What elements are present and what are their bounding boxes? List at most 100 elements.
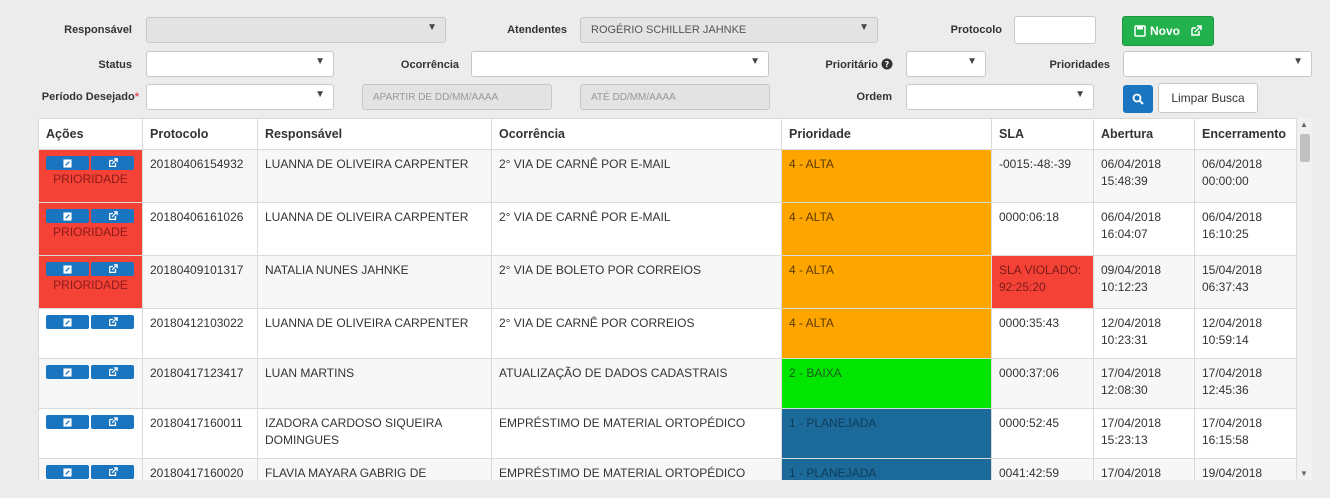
sla-cell: 0000:52:45 (991, 408, 1094, 459)
table-scrollbar[interactable]: ▲ ▼ (1296, 118, 1312, 480)
results-table-container: Ações Protocolo Responsável Ocorrência P… (38, 118, 1296, 480)
header-acoes[interactable]: Ações (38, 118, 143, 150)
abertura-cell: 06/04/2018 16:04:07 (1093, 202, 1195, 256)
table-row[interactable]: PRIORIDADE 20180406161026 LUANNA DE OLIV… (38, 202, 1296, 256)
prioritario-select[interactable]: ▼ (906, 51, 986, 77)
scroll-up-icon[interactable]: ▲ (1300, 120, 1308, 129)
open-button[interactable] (91, 262, 134, 276)
edit-icon (63, 158, 72, 168)
ocorrencia-select[interactable]: ▼ (471, 51, 769, 77)
apartir-date-input[interactable]: APARTIR DE DD/MM/AAAA (362, 84, 552, 110)
header-encerramento[interactable]: Encerramento (1194, 118, 1296, 150)
header-sla[interactable]: SLA (991, 118, 1094, 150)
ate-date-input[interactable]: ATÉ DD/MM/AAAA (580, 84, 770, 110)
open-button[interactable] (91, 365, 134, 379)
sla-cell: -0015:-48:-39 (991, 149, 1094, 203)
encerramento-cell: 17/04/2018 16:15:58 (1194, 408, 1296, 459)
header-abertura[interactable]: Abertura (1093, 118, 1195, 150)
external-link-icon (1191, 25, 1202, 36)
edit-icon (63, 317, 72, 327)
periodo-label-text: Período Desejado (41, 91, 135, 103)
protocolo-cell: 20180417160011 (142, 408, 258, 459)
limpar-busca-button[interactable]: Limpar Busca (1158, 83, 1258, 113)
status-select[interactable]: ▼ (146, 51, 334, 77)
open-button[interactable] (91, 415, 134, 429)
abertura-cell: 09/04/2018 10:12:23 (1093, 255, 1195, 309)
open-button[interactable] (91, 315, 134, 329)
header-responsavel[interactable]: Responsável (257, 118, 492, 150)
save-icon (1134, 25, 1146, 37)
table-row[interactable]: 20180417123417 LUAN MARTINS ATUALIZAÇÃO … (38, 358, 1296, 409)
table-row[interactable]: 20180412103022 LUANNA DE OLIVEIRA CARPEN… (38, 308, 1296, 359)
protocolo-cell: 20180417160020 (142, 458, 258, 480)
prioridade-cell: 4 - ALTA (781, 202, 992, 256)
sla-cell: 0000:35:43 (991, 308, 1094, 359)
protocolo-input[interactable] (1014, 16, 1096, 44)
search-button[interactable] (1123, 85, 1153, 113)
chevron-down-icon: ▼ (859, 22, 869, 33)
header-protocolo[interactable]: Protocolo (142, 118, 258, 150)
page: Responsável ▼ Atendentes ROGÉRIO SCHILLE… (0, 0, 1330, 498)
edit-icon (63, 211, 72, 221)
prioridade-cell: 1 - PLANEJADA (781, 458, 992, 480)
ordem-select[interactable]: ▼ (906, 84, 1094, 110)
edit-button[interactable] (46, 209, 89, 223)
abertura-cell: 17/04/2018 (1093, 458, 1195, 480)
open-button[interactable] (91, 156, 134, 170)
responsavel-label: Responsável (64, 24, 132, 36)
ocorrencia-cell: 2° VIA DE BOLETO POR CORREIOS (491, 255, 782, 309)
responsavel-select[interactable]: ▼ (146, 17, 446, 43)
responsavel-cell: LUANNA DE OLIVEIRA CARPENTER (257, 308, 492, 359)
chevron-down-icon: ▼ (315, 56, 325, 67)
status-label: Status (98, 59, 132, 71)
novo-label: Novo (1150, 24, 1180, 38)
edit-button[interactable] (46, 315, 89, 329)
periodo-select[interactable]: ▼ (146, 84, 334, 110)
novo-button[interactable]: Novo (1122, 16, 1214, 46)
protocolo-cell: 20180406154932 (142, 149, 258, 203)
prioridades-label: Prioridades (1049, 59, 1110, 71)
help-icon[interactable]: ? (881, 58, 893, 70)
edit-icon (63, 264, 72, 274)
atendentes-select[interactable]: ROGÉRIO SCHILLER JAHNKE ▼ (580, 17, 878, 43)
encerramento-cell: 06/04/2018 16:10:25 (1194, 202, 1296, 256)
responsavel-cell: LUAN MARTINS (257, 358, 492, 409)
prioridades-select[interactable]: ▼ (1123, 51, 1312, 77)
ocorrencia-cell: 2° VIA DE CARNÊ POR E-MAIL (491, 202, 782, 256)
abertura-cell: 12/04/2018 10:23:31 (1093, 308, 1195, 359)
edit-button[interactable] (46, 365, 89, 379)
edit-button[interactable] (46, 156, 89, 170)
edit-button[interactable] (46, 415, 89, 429)
ocorrencia-cell: EMPRÉSTIMO DE MATERIAL ORTOPÉDICO (491, 458, 782, 480)
edit-icon (63, 417, 72, 427)
open-button[interactable] (91, 209, 134, 223)
open-button[interactable] (91, 465, 134, 479)
prioridade-cell: 4 - ALTA (781, 308, 992, 359)
scroll-down-icon[interactable]: ▼ (1300, 469, 1308, 478)
protocolo-cell: 20180406161026 (142, 202, 258, 256)
table-row[interactable]: PRIORIDADE 20180406154932 LUANNA DE OLIV… (38, 149, 1296, 203)
header-ocorrencia[interactable]: Ocorrência (491, 118, 782, 150)
priority-flag: PRIORIDADE (53, 172, 128, 186)
edit-button[interactable] (46, 465, 89, 479)
edit-button[interactable] (46, 262, 89, 276)
chevron-down-icon: ▼ (750, 56, 760, 67)
edit-icon (63, 367, 72, 377)
external-link-icon (108, 158, 118, 167)
responsavel-cell: NATALIA NUNES JAHNKE (257, 255, 492, 309)
atendentes-value: ROGÉRIO SCHILLER JAHNKE (591, 24, 747, 36)
prioritario-label: Prioritário (825, 59, 878, 71)
external-link-icon (108, 467, 118, 476)
svg-text:?: ? (885, 60, 890, 69)
header-prioridade[interactable]: Prioridade (781, 118, 992, 150)
protocolo-cell: 20180417123417 (142, 358, 258, 409)
table-row[interactable]: 20180417160020 FLAVIA MAYARA GABRIG DE E… (38, 458, 1296, 480)
table-row[interactable]: 20180417160011 IZADORA CARDOSO SIQUEIRA … (38, 408, 1296, 459)
external-link-icon (108, 317, 118, 326)
encerramento-cell: 17/04/2018 12:45:36 (1194, 358, 1296, 409)
responsavel-cell: IZADORA CARDOSO SIQUEIRA DOMINGUES (257, 408, 492, 459)
responsavel-cell: FLAVIA MAYARA GABRIG DE (257, 458, 492, 480)
table-row[interactable]: PRIORIDADE 20180409101317 NATALIA NUNES … (38, 255, 1296, 309)
scrollbar-thumb[interactable] (1300, 134, 1310, 162)
prioridade-cell: 4 - ALTA (781, 255, 992, 309)
